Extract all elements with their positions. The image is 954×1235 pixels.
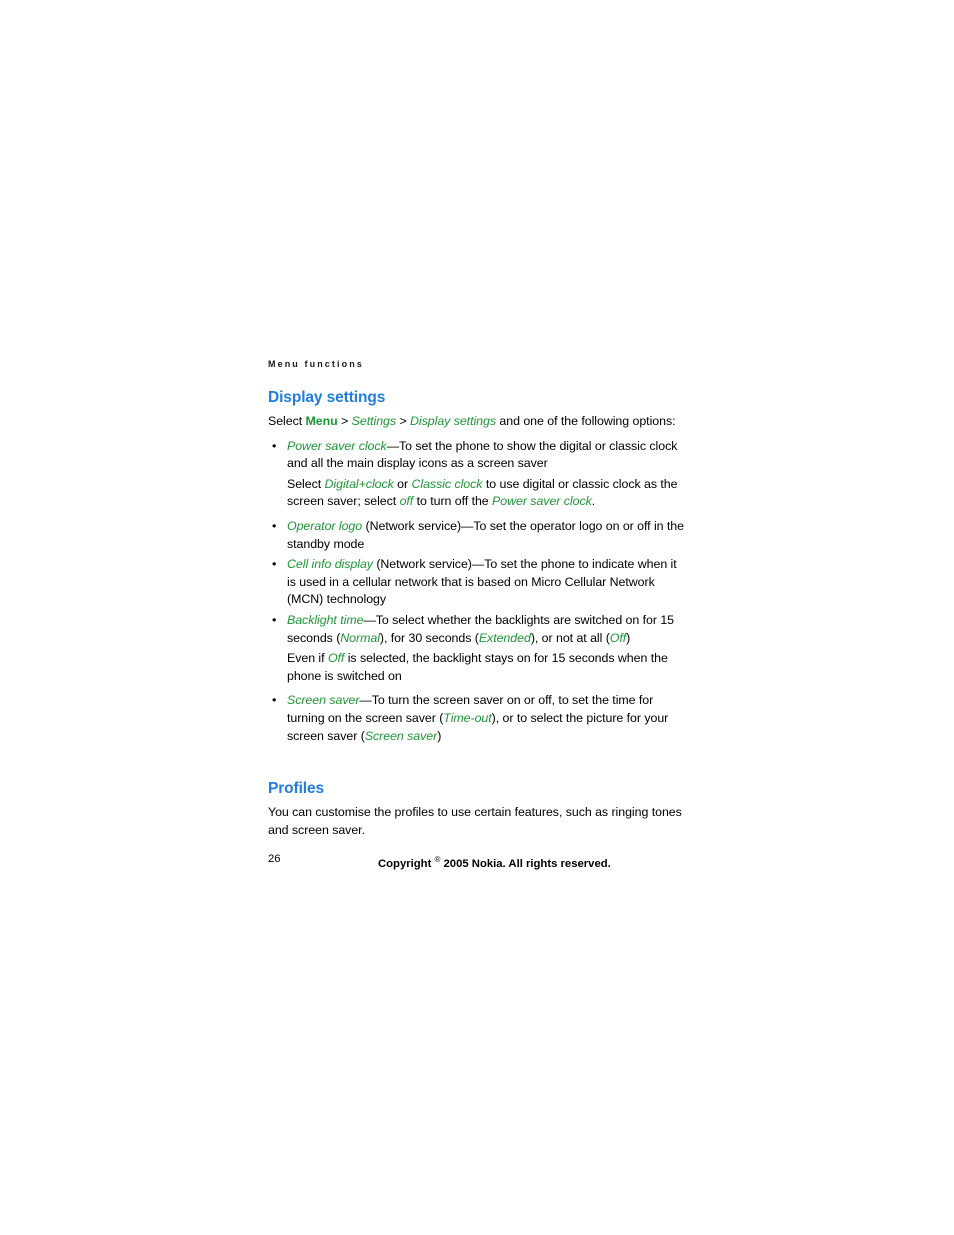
intro-paragraph: Select Menu > Settings > Display setting… bbox=[268, 413, 686, 431]
bullet-icon: • bbox=[272, 518, 277, 533]
list-item: • Screen saver—To turn the screen saver o… bbox=[268, 692, 686, 745]
copyright-suffix: 2005 Nokia. All rights reserved. bbox=[440, 857, 611, 870]
page-number: 26 bbox=[268, 853, 281, 865]
option-term-power-saver-clock: Power saver clock bbox=[287, 438, 387, 453]
emphasis-time-out: Time-out bbox=[443, 710, 492, 725]
emphasis-extended: Extended bbox=[478, 630, 531, 645]
option-description-c: ), or not at all ( bbox=[530, 630, 610, 645]
sub-part-4: to turn off the bbox=[413, 494, 493, 509]
display-settings-option-list: • Power saver clock—To set the phone to s… bbox=[268, 438, 686, 746]
page-title-profiles: Profiles bbox=[268, 780, 325, 798]
bullet-icon: • bbox=[272, 438, 277, 453]
intro-separator-2: > bbox=[396, 414, 411, 428]
sub-part-2: is selected, the backlight stays on for … bbox=[287, 651, 668, 683]
page-title-display-settings: Display settings bbox=[268, 389, 386, 406]
emphasis-off: Off bbox=[327, 651, 345, 666]
option-description-d: ) bbox=[626, 630, 631, 645]
emphasis-off: off bbox=[399, 494, 414, 509]
intro-settings-term: Settings bbox=[351, 414, 397, 428]
sub-part-1: Even if bbox=[287, 651, 328, 666]
copyright-notice: Copyright ® 2005 Nokia. All rights reser… bbox=[378, 852, 611, 872]
list-item: • Cell info display (Network service)—To … bbox=[268, 556, 686, 609]
intro-display-settings-term: Display settings bbox=[410, 414, 497, 428]
profiles-body-paragraph: You can customise the profiles to use ce… bbox=[268, 805, 682, 837]
option-term-cell-info-display: Cell info display bbox=[287, 557, 373, 572]
emphasis-normal: Normal bbox=[340, 630, 380, 645]
sub-paragraph-power-saver-clock: Select Digital+clock or Classic clock to… bbox=[268, 476, 686, 511]
option-description-c: ) bbox=[437, 728, 442, 743]
emphasis-power-saver-clock: Power saver clock bbox=[492, 494, 592, 509]
intro-suffix: and one of the following options: bbox=[496, 414, 676, 428]
option-term-backlight-time: Backlight time bbox=[287, 612, 364, 627]
list-item: • Operator logo (Network service)—To set … bbox=[268, 518, 686, 553]
document-page: Menu functions Display settings Select M… bbox=[268, 358, 686, 846]
running-header: Menu functions bbox=[268, 359, 364, 369]
sub-part-1: Select bbox=[287, 476, 325, 491]
sub-paragraph-backlight-time: Even if Off is selected, the backlight s… bbox=[268, 650, 686, 685]
bullet-icon: • bbox=[272, 612, 277, 627]
emphasis-screen-saver: Screen saver bbox=[364, 728, 438, 743]
emphasis-off-backlight: Off bbox=[609, 630, 627, 645]
option-term-screen-saver: Screen saver bbox=[287, 693, 360, 708]
sub-part-2: or bbox=[393, 476, 412, 491]
bullet-icon: • bbox=[272, 557, 277, 572]
intro-separator-1: > bbox=[337, 414, 352, 428]
list-item: • Power saver clock—To set the phone to s… bbox=[268, 438, 686, 473]
intro-menu-term: Menu bbox=[305, 414, 338, 428]
bullet-icon: • bbox=[272, 693, 277, 708]
emphasis-digital-clock: Digital+clock bbox=[324, 476, 394, 491]
option-term-operator-logo: Operator logo bbox=[287, 518, 363, 533]
intro-prefix: Select bbox=[268, 414, 306, 428]
sub-part-5: . bbox=[591, 494, 596, 509]
emphasis-classic-clock: Classic clock bbox=[411, 476, 483, 491]
option-description-b: ), for 30 seconds ( bbox=[379, 630, 479, 645]
list-item: • Backlight time—To select whether the ba… bbox=[268, 612, 686, 647]
copyright-prefix: Copyright bbox=[378, 857, 435, 870]
